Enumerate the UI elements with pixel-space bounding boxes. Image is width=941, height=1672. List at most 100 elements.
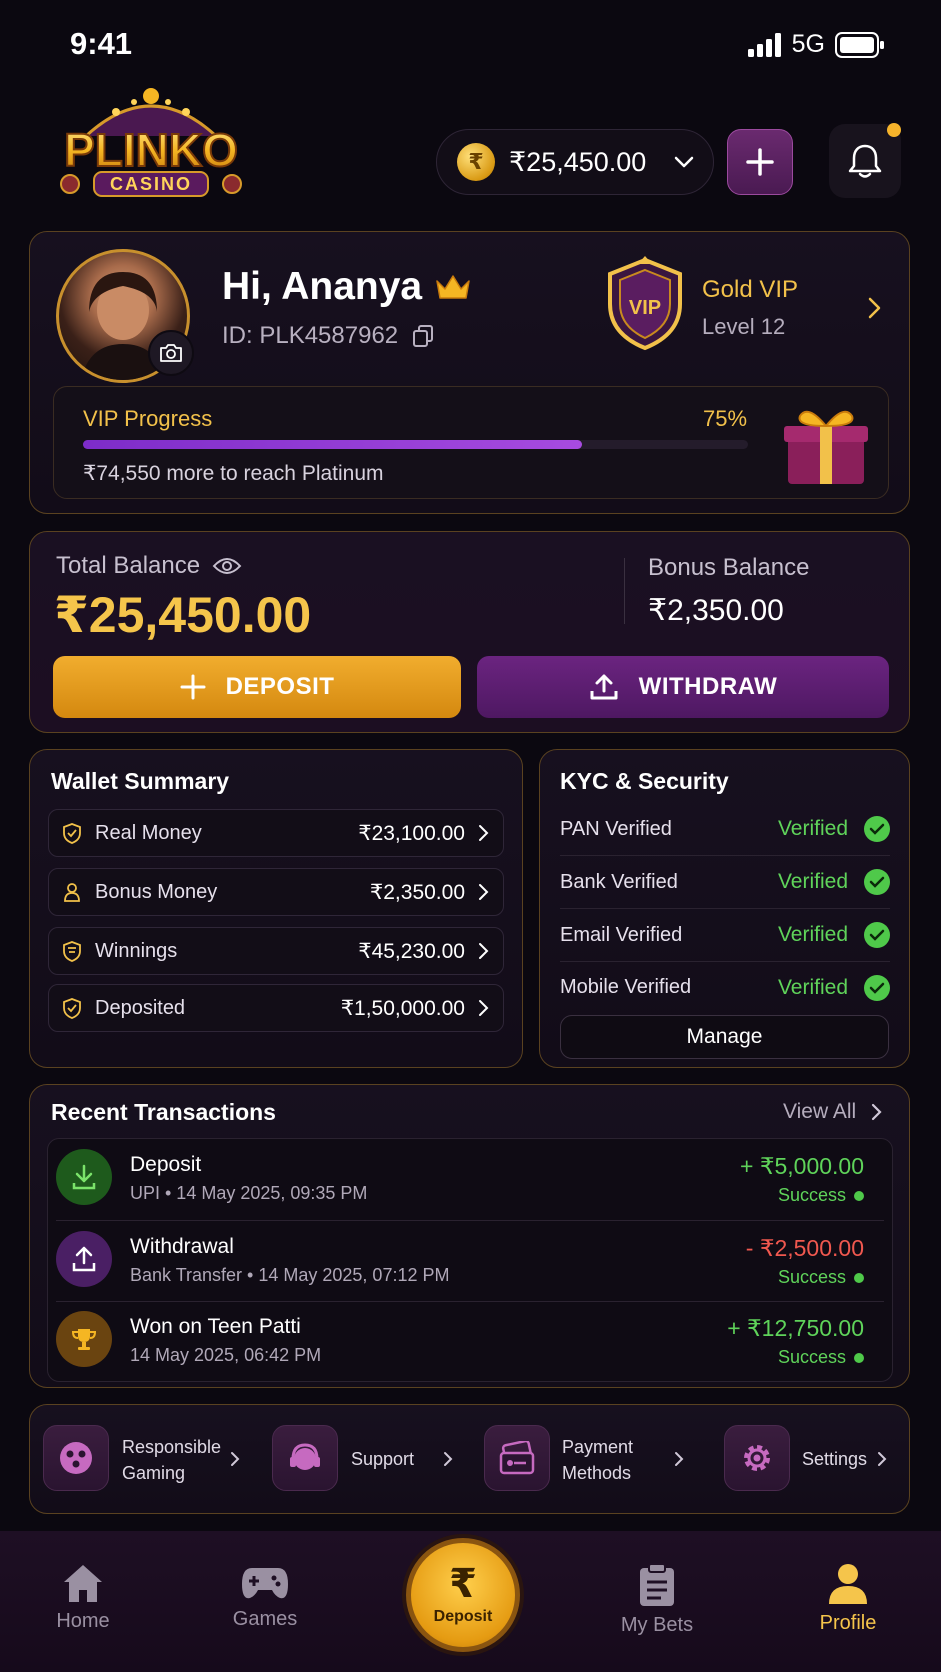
total-balance-label-row: Total Balance	[56, 552, 242, 580]
transactions-title: Recent Transactions	[51, 1099, 276, 1125]
kyc-row-status: Verified	[777, 923, 848, 946]
view-all-link[interactable]: View All	[783, 1100, 882, 1124]
signal-icon	[747, 32, 781, 57]
chevron-right-icon	[872, 1103, 882, 1121]
wallet-row-value: ₹23,100.00	[358, 821, 465, 845]
nav-home-label: Home	[56, 1610, 110, 1632]
crown-icon	[436, 275, 470, 299]
quick-link-payment-methods[interactable]: Payment Methods	[483, 1424, 693, 1494]
nav-home[interactable]: Home	[23, 1562, 143, 1633]
wallet-card-icon	[484, 1425, 550, 1491]
header-balance-dropdown[interactable]: ₹ ₹25,450.00	[436, 129, 714, 195]
status-dot	[854, 1272, 864, 1283]
vip-progress-fill	[83, 440, 582, 449]
gift-box-icon[interactable]	[780, 402, 872, 488]
home-icon	[64, 1565, 102, 1602]
bonus-balance-amount: ₹2,350.00	[648, 594, 784, 627]
change-photo-button[interactable]	[148, 330, 194, 376]
user-id-row: ID: PLK4587962	[222, 322, 434, 350]
transaction-subtitle: UPI • 14 May 2025, 09:35 PM	[130, 1183, 368, 1203]
wallet-row-deposited[interactable]: Deposited ₹1,50,000.00	[48, 984, 504, 1032]
status-dot	[854, 1190, 864, 1201]
gamepad-icon	[242, 1568, 288, 1599]
svg-text:CASINO: CASINO	[110, 174, 192, 194]
wallet-row-bonus-money[interactable]: Bonus Money ₹2,350.00	[48, 868, 504, 916]
status-dot	[854, 1352, 864, 1363]
quick-link-label: Payment Methods	[562, 1434, 633, 1486]
nav-games[interactable]: Games	[205, 1562, 325, 1631]
bonus-money-icon	[61, 881, 83, 903]
manage-kyc-button[interactable]: Manage	[560, 1015, 889, 1059]
upload-icon	[590, 674, 618, 700]
notification-dot	[887, 123, 901, 137]
chevron-right-icon[interactable]	[866, 296, 882, 320]
wallet-row-value: ₹45,230.00	[358, 939, 465, 963]
nav-profile[interactable]: Profile	[788, 1562, 908, 1635]
vip-progress-note: ₹74,550 more to reach Platinum	[83, 462, 384, 485]
vip-progress-percent: 75%	[703, 406, 748, 431]
label-line-1: Payment	[562, 1437, 634, 1457]
deposit-button[interactable]: DEPOSIT	[53, 656, 461, 718]
kyc-row-mobile: Mobile Verified Verified	[560, 961, 890, 1014]
wallet-row-label: Real Money	[95, 821, 202, 844]
kyc-row-status: Verified	[777, 817, 848, 840]
total-balance-amount: ₹25,450.00	[54, 587, 312, 643]
check-circle-icon	[864, 869, 890, 895]
upload-icon	[56, 1231, 112, 1287]
quick-link-label: Settings	[802, 1446, 867, 1472]
wallet-row-label: Deposited	[95, 996, 186, 1019]
vip-progress-label: VIP Progress	[83, 406, 213, 431]
network-label: 5G	[791, 30, 825, 58]
user-id: ID: PLK4587962	[222, 322, 399, 349]
quick-link-responsible-gaming[interactable]: Responsible Gaming	[42, 1424, 252, 1494]
chevron-right-icon	[231, 1452, 240, 1466]
transaction-subtitle: Bank Transfer • 14 May 2025, 07:12 PM	[130, 1265, 450, 1285]
total-balance-label: Total Balance	[56, 552, 201, 579]
greeting-text: Hi, Ananya	[222, 265, 423, 308]
kyc-row-email: Email Verified Verified	[560, 909, 890, 962]
bell-icon	[848, 144, 882, 178]
withdraw-button[interactable]: WITHDRAW	[477, 656, 889, 718]
quick-link-settings[interactable]: Settings	[723, 1424, 893, 1494]
kyc-row-status: Verified	[777, 870, 848, 893]
eye-icon[interactable]	[212, 556, 242, 576]
vip-tier: Gold VIP	[702, 276, 799, 303]
check-circle-icon	[864, 922, 890, 948]
wallet-row-label: Winnings	[95, 939, 178, 962]
plinko-casino-logo[interactable]: PLINKO CASINO	[46, 78, 256, 210]
nav-deposit-button[interactable]: ₹ Deposit	[406, 1538, 520, 1652]
nav-games-label: Games	[232, 1608, 298, 1630]
gear-icon	[724, 1425, 790, 1491]
user-greeting: Hi, Ananya	[222, 265, 472, 309]
wallet-row-winnings[interactable]: Winnings ₹45,230.00	[48, 927, 504, 975]
vip-shield-badge[interactable]: VIP	[600, 256, 690, 352]
chevron-right-icon	[479, 943, 489, 959]
transaction-status: Success	[778, 1185, 864, 1206]
transaction-row-deposit[interactable]: Deposit UPI • 14 May 2025, 09:35 PM + ₹5…	[48, 1139, 894, 1219]
status-time: 9:41	[70, 26, 133, 61]
chevron-right-icon	[444, 1452, 453, 1466]
status-text: Success	[777, 1347, 846, 1367]
bonus-balance-label: Bonus Balance	[648, 554, 810, 581]
responsible-gaming-icon	[43, 1425, 109, 1491]
quick-link-support[interactable]: Support	[271, 1424, 461, 1494]
view-all-label: View All	[783, 1100, 857, 1123]
svg-text:PLINKO: PLINKO	[64, 124, 238, 176]
transaction-row-withdrawal[interactable]: Withdrawal Bank Transfer • 14 May 2025, …	[48, 1221, 894, 1301]
header-balance-amount: ₹25,450.00	[509, 146, 647, 177]
transaction-amount: - ₹2,500.00	[745, 1235, 864, 1261]
plus-icon	[746, 148, 774, 176]
nav-my-bets[interactable]: My Bets	[597, 1562, 717, 1637]
copy-icon[interactable]	[412, 324, 434, 348]
wallet-row-real-money[interactable]: Real Money ₹23,100.00	[48, 809, 504, 857]
status-text: Success	[777, 1267, 846, 1287]
transaction-row-win[interactable]: Won on Teen Patti 14 May 2025, 06:42 PM …	[48, 1301, 894, 1381]
kyc-row-status: Verified	[777, 975, 848, 999]
kyc-row-label: PAN Verified	[560, 817, 672, 840]
check-circle-icon	[864, 816, 890, 842]
deposit-button-label: DEPOSIT	[225, 673, 335, 700]
add-funds-button[interactable]	[727, 129, 793, 195]
check-circle-icon	[864, 974, 890, 1001]
kyc-row-bank: Bank Verified Verified	[560, 856, 890, 909]
label-line-1: Support	[351, 1449, 415, 1469]
